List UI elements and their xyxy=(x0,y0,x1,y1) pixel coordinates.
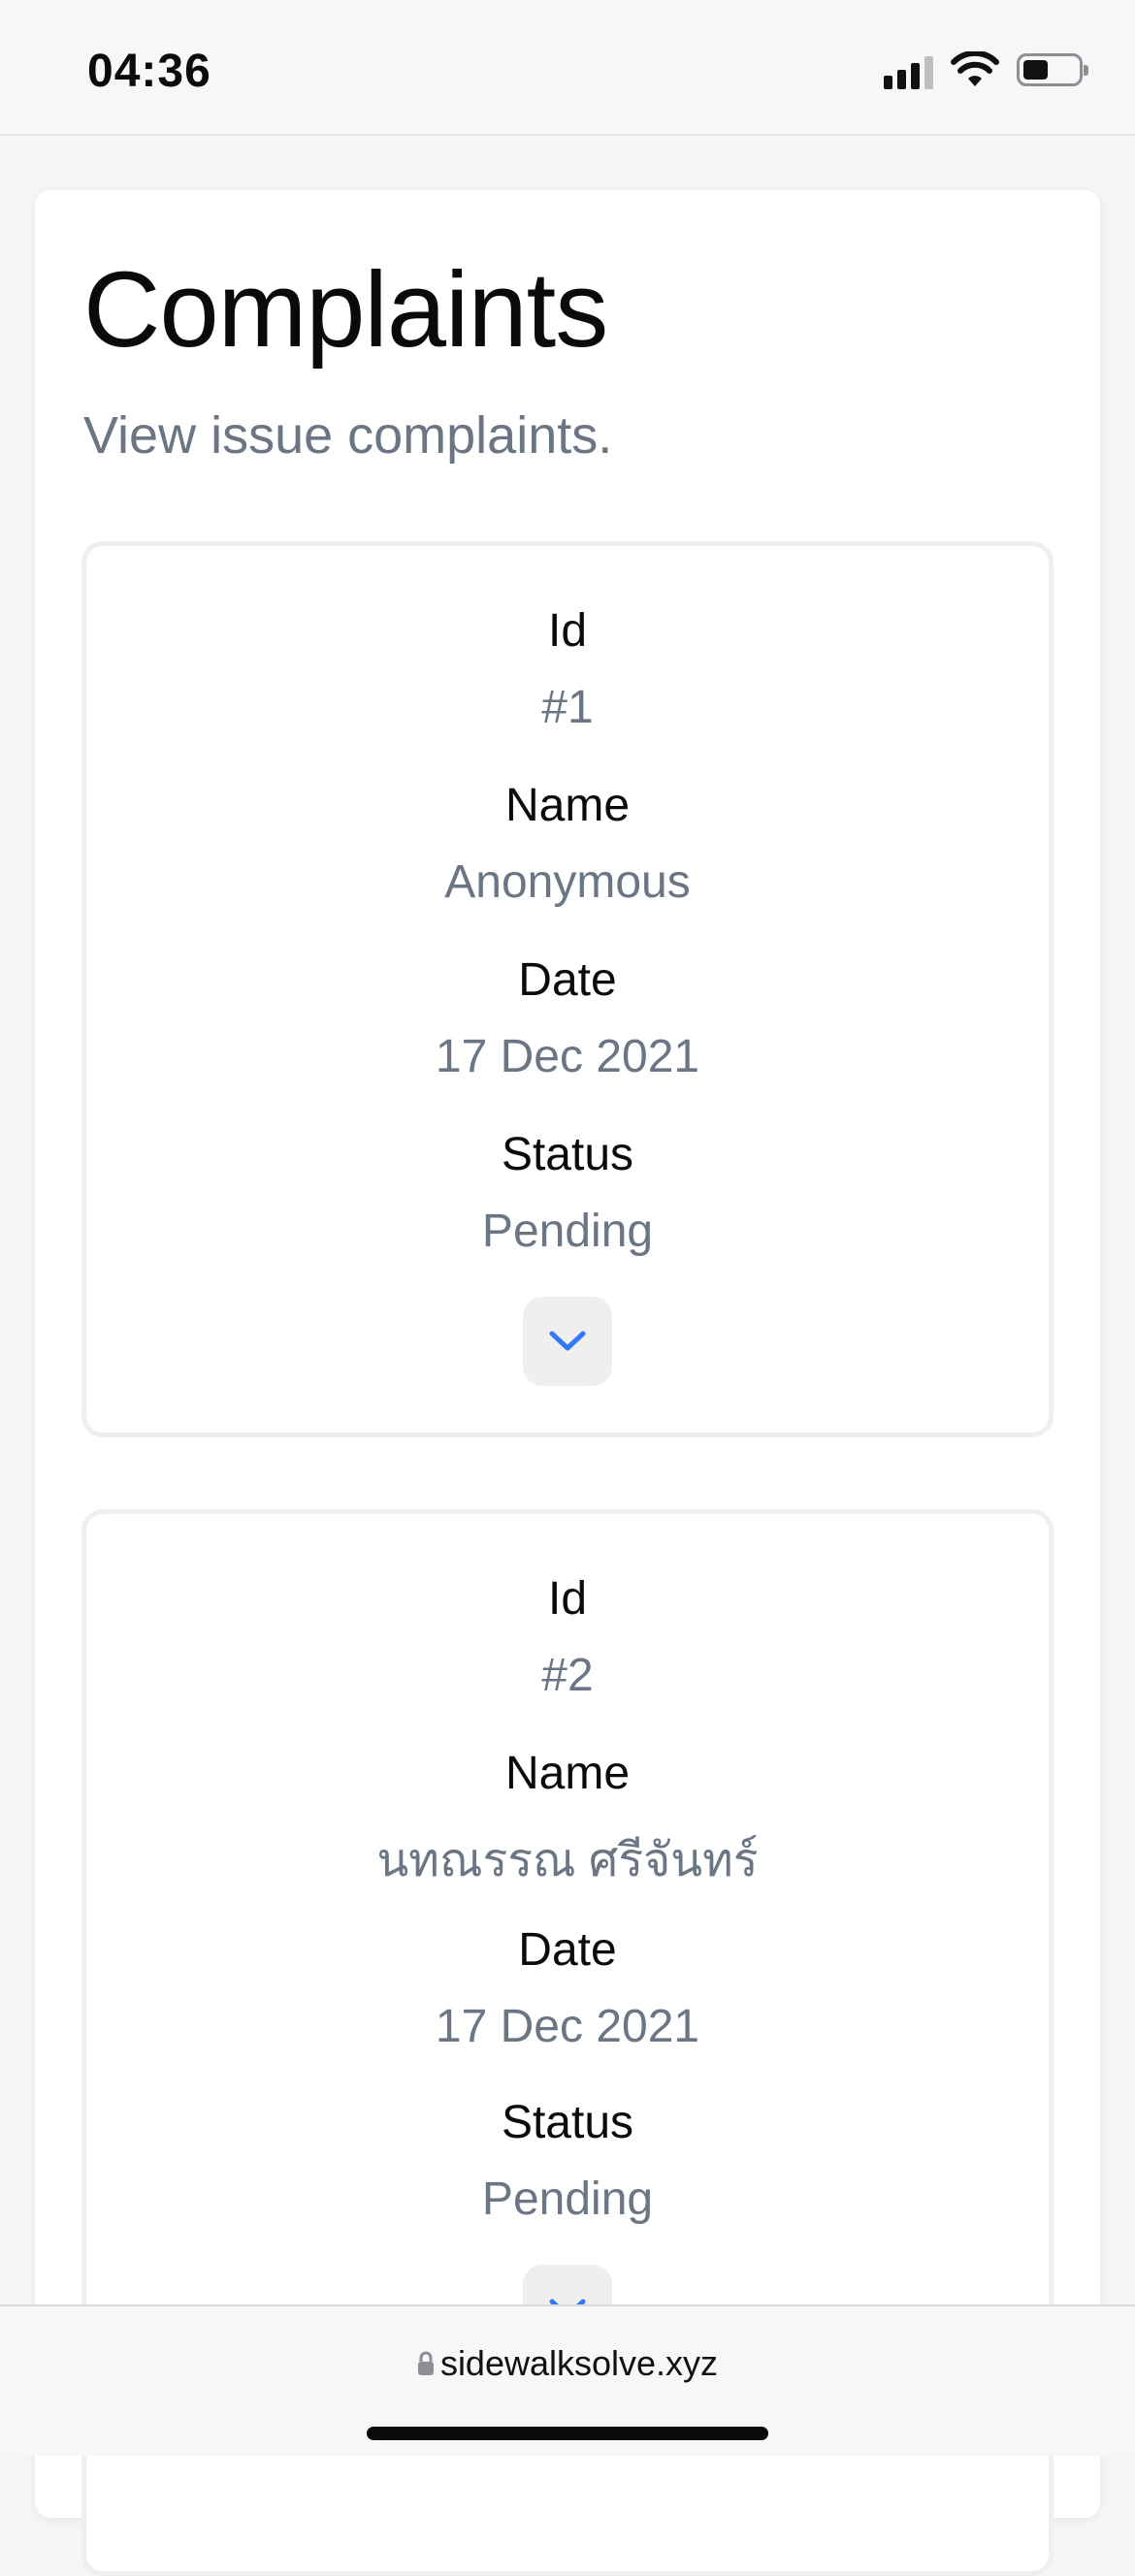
date-field: Date 17 Dec 2021 xyxy=(86,1923,1049,2053)
date-value: 17 Dec 2021 xyxy=(435,1031,700,1082)
battery-icon xyxy=(1017,53,1088,86)
name-label: Name xyxy=(504,780,631,831)
name-value: นทณรรณ ศรีจันทร์ xyxy=(376,1835,759,1886)
name-label: Name xyxy=(504,1748,631,1799)
id-field: Id #2 xyxy=(86,1572,1049,1702)
name-value: Anonymous xyxy=(444,856,691,908)
id-label: Id xyxy=(547,605,588,657)
expand-button[interactable] xyxy=(523,1297,612,1386)
url-text: sidewalksolve.xyz xyxy=(439,2343,719,2383)
lock-icon xyxy=(417,2351,434,2375)
date-label: Date xyxy=(518,1924,617,1976)
main-content: Complaints View issue complaints. Id #1 … xyxy=(35,190,1100,2576)
date-label: Date xyxy=(518,954,617,1006)
chevron-down-icon xyxy=(549,1331,586,1351)
name-field: Name Anonymous xyxy=(86,779,1049,909)
signal-icon xyxy=(884,50,933,89)
date-field: Date 17 Dec 2021 xyxy=(86,953,1049,1083)
id-value: #2 xyxy=(541,1650,594,1701)
status-bar: 04:36 xyxy=(0,0,1135,136)
id-field: Id #1 xyxy=(86,604,1049,734)
status-label: Status xyxy=(501,2097,634,2148)
address-bar[interactable]: sidewalksolve.xyz xyxy=(0,2343,1135,2384)
status-time: 04:36 xyxy=(87,46,211,97)
id-value: #1 xyxy=(541,682,594,733)
home-indicator[interactable] xyxy=(367,2427,768,2440)
page-title: Complaints xyxy=(83,250,608,370)
status-field: Status Pending xyxy=(86,2096,1049,2226)
status-value: Pending xyxy=(481,2174,654,2225)
battery-level xyxy=(1023,60,1048,80)
wifi-icon xyxy=(951,51,999,86)
page-subtitle: View issue complaints. xyxy=(83,406,613,465)
name-field: Name นทณรรณ ศรีจันทร์ xyxy=(86,1747,1049,1897)
date-value: 17 Dec 2021 xyxy=(435,2001,700,2052)
status-field: Status Pending xyxy=(86,1128,1049,1258)
complaint-card: Id #1 Name Anonymous Date 17 Dec 2021 St… xyxy=(81,541,1054,1437)
status-label: Status xyxy=(501,1129,634,1180)
id-label: Id xyxy=(547,1573,588,1625)
status-value: Pending xyxy=(481,1206,654,1257)
status-icons xyxy=(884,50,1088,89)
browser-bottom-bar: sidewalksolve.xyz xyxy=(0,2304,1135,2456)
